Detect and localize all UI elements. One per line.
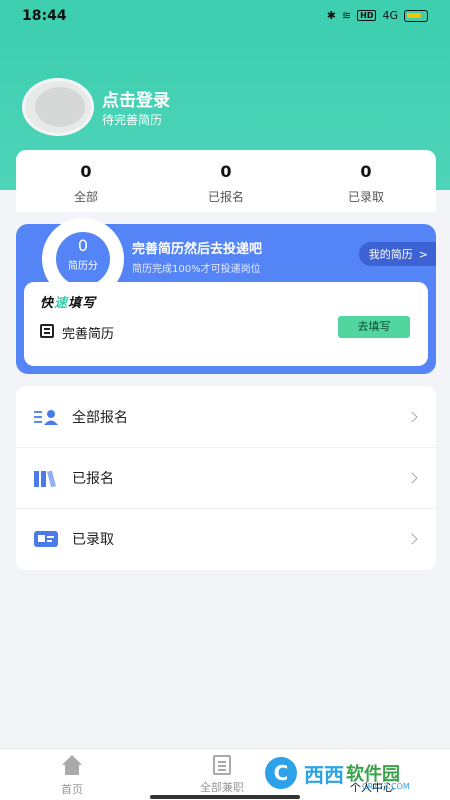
chevron-right-icon <box>406 410 418 423</box>
stat-admitted[interactable]: 0 已录取 <box>296 150 436 212</box>
status-time: 18:44 <box>22 8 67 24</box>
my-resume-button[interactable]: 我的简历 > <box>358 242 436 266</box>
login-link[interactable]: 点击登录 <box>102 86 170 111</box>
chevron-right-icon <box>406 533 418 545</box>
battery-icon <box>404 9 428 22</box>
resume-score-label: 简历分 <box>68 261 98 272</box>
stat-label: 已报名 <box>207 190 244 204</box>
status-icons: ✱ ≋ HD 4G <box>327 9 428 22</box>
stat-label: 全部 <box>73 190 98 204</box>
status-bar: 18:44 ✱ ≋ HD 4G <box>0 0 450 34</box>
quick-fill-box: 快速填写 完善简历 去填写 <box>24 282 428 366</box>
menu-item-registered[interactable]: 已报名 <box>16 447 436 508</box>
resume-card: 0 简历分 完善简历然后去投递吧 简历完成100%才可投递岗位 我的简历 > 快… <box>16 218 436 374</box>
wifi-icon: ≋ <box>341 9 352 22</box>
quick-title-accent: 速 <box>54 296 69 311</box>
watermark-logo: C 西西 软件园 CR173.COM <box>262 752 440 794</box>
menu-item-all-registrations[interactable]: 全部报名 <box>16 386 436 447</box>
chevron-right-icon <box>406 472 418 484</box>
resume-subtitle: 简历完成100%才可投递岗位 <box>132 264 261 275</box>
tab-label: 全部兼职 <box>200 781 244 794</box>
avatar[interactable] <box>22 78 94 136</box>
document-icon <box>40 324 54 338</box>
home-icon <box>60 755 84 777</box>
quick-title-part: 快 <box>40 296 55 311</box>
quick-fill-title: 快速填写 <box>40 292 96 311</box>
stat-value: 0 <box>80 162 92 181</box>
my-resume-label: 我的简历 <box>368 248 413 261</box>
bluetooth-icon: ✱ <box>326 9 336 22</box>
signal-icon: 4G <box>382 9 398 22</box>
tab-all-jobs[interactable]: 全部兼职 <box>200 755 244 795</box>
stats-card: 0 全部 0 已报名 0 已录取 <box>16 150 436 212</box>
menu-item-label: 已录取 <box>72 532 114 548</box>
stat-value: 0 <box>360 162 372 181</box>
id-card-icon <box>34 531 58 547</box>
hd-icon: HD <box>357 10 377 21</box>
menu-item-admitted[interactable]: 已录取 <box>16 508 436 569</box>
stat-label: 已录取 <box>347 190 384 204</box>
stat-value: 0 <box>220 162 232 181</box>
fill-button[interactable]: 去填写 <box>338 316 410 338</box>
doc-icon <box>213 755 231 775</box>
list-user-icon <box>34 409 58 425</box>
chevron-right-icon: > <box>418 247 428 261</box>
tab-home[interactable]: 首页 <box>60 755 84 797</box>
menu-item-label: 已报名 <box>72 471 114 487</box>
quick-item-label: 完善简历 <box>62 327 115 342</box>
watermark-text: 西西 <box>304 762 344 787</box>
books-icon <box>34 470 56 487</box>
stat-registered[interactable]: 0 已报名 <box>156 150 296 212</box>
watermark-sub: CR173.COM <box>362 782 410 791</box>
resume-score-value: 0 <box>77 236 89 255</box>
resume-title: 完善简历然后去投递吧 <box>132 242 263 257</box>
profile-subtitle: 待完善简历 <box>102 113 163 127</box>
menu-item-label: 全部报名 <box>72 409 128 426</box>
menu-card: 全部报名 已报名 已录取 <box>16 386 436 570</box>
tab-label: 首页 <box>61 783 83 796</box>
home-indicator <box>150 795 300 799</box>
stat-all[interactable]: 0 全部 <box>16 150 156 212</box>
watermark-icon: C <box>262 754 300 792</box>
resume-score: 0 简历分 <box>56 232 110 286</box>
quick-title-part: 填写 <box>68 296 97 311</box>
